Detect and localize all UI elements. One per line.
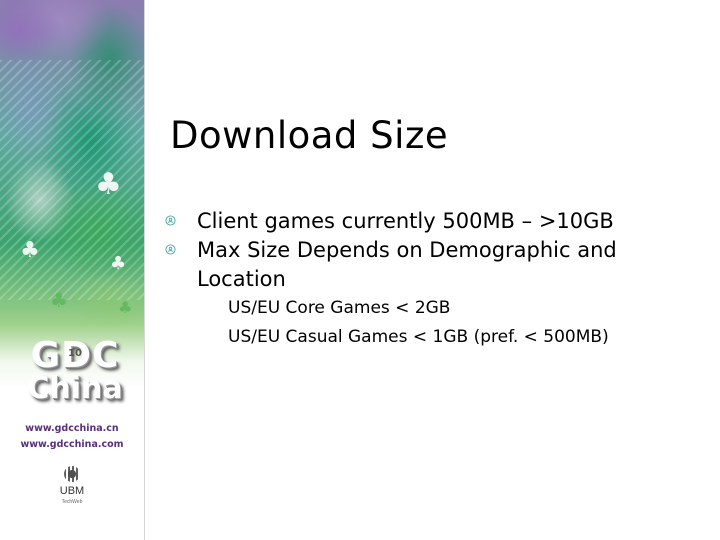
bullet-text: Max Size Depends on Demographic and Loca…	[197, 238, 617, 291]
gdc-china-logo: GDC 10 China	[20, 338, 130, 404]
ubm-label: UBM	[59, 485, 85, 497]
clover-icon: ♣	[118, 298, 133, 317]
bullet-text: Client games currently 500MB – >10GB	[197, 209, 614, 233]
bullet-item: Client games currently 500MB – >10GB	[165, 207, 705, 236]
circle-bullet-icon	[165, 244, 176, 255]
bullet-item: Max Size Depends on Demographic and Loca…	[165, 236, 705, 294]
sub-bullet-item: US/EU Casual Games < 1GB (pref. < 500MB)	[228, 327, 609, 347]
clover-icon: ♣	[50, 288, 68, 312]
url-link-com[interactable]: www.gdcchina.com	[0, 439, 144, 450]
sub-bullet-item: US/EU Core Games < 2GB	[228, 298, 451, 318]
clover-icon: ♣	[95, 167, 122, 202]
clover-icon: ♣	[20, 238, 40, 263]
techweb-label: TechWeb	[61, 499, 83, 505]
url-link-cn[interactable]: www.gdcchina.cn	[0, 423, 144, 434]
sidebar-decoration: ♣ ♣ ♣ ♣ ♣ GDC 10 China www.gdcchina.cn w…	[0, 0, 144, 540]
circle-bullet-icon	[165, 215, 176, 226]
slide-title: Download Size	[170, 114, 449, 157]
logo-china-text: China	[27, 371, 123, 406]
sidebar-divider	[144, 0, 145, 540]
logo-edition: 10	[68, 348, 82, 359]
ubm-logo-icon	[64, 466, 80, 482]
clover-icon: ♣	[110, 253, 127, 274]
bullet-list: Client games currently 500MB – >10GB Max…	[165, 207, 705, 352]
